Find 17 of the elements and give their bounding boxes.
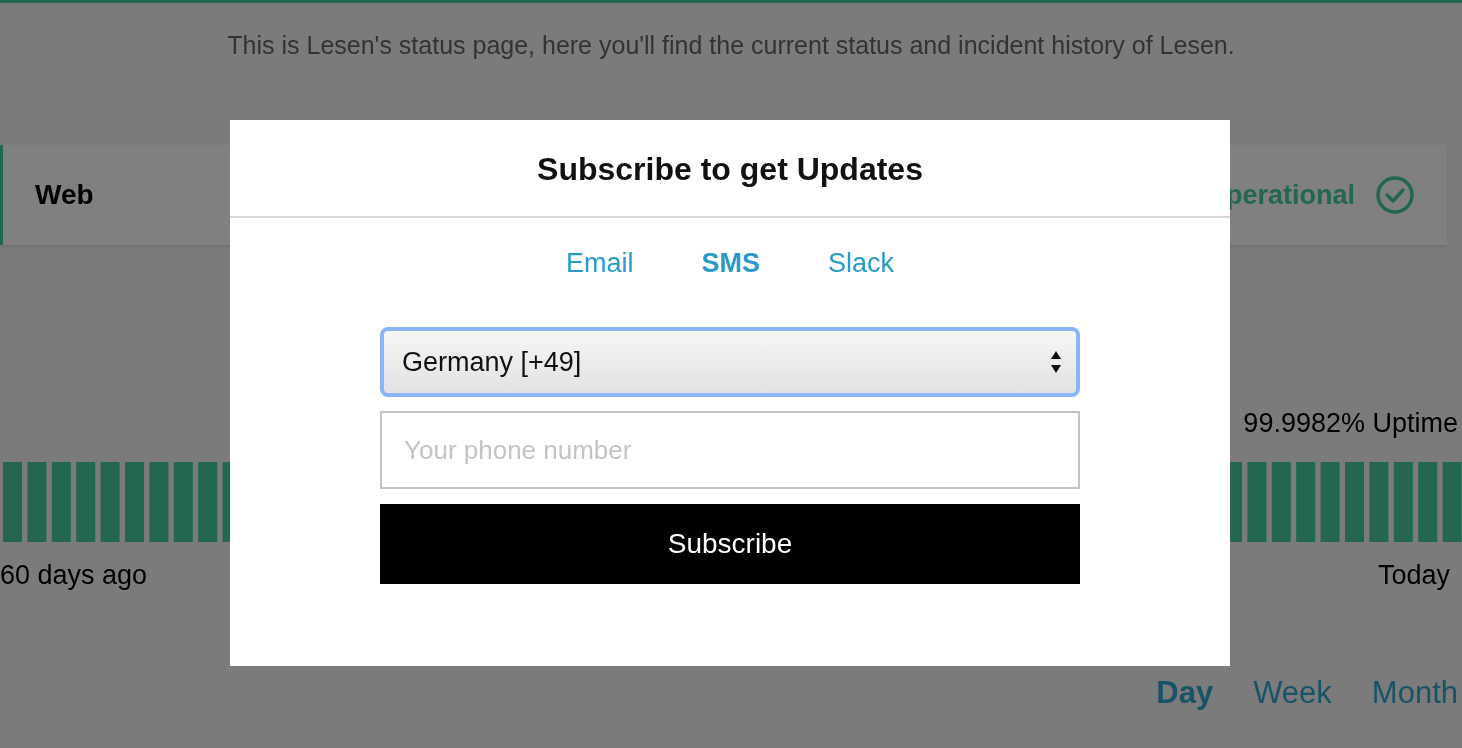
country-select[interactable]: Germany [+49] <box>380 327 1080 397</box>
check-circle-icon <box>1375 175 1415 215</box>
range-tab[interactable]: Day <box>1156 675 1214 711</box>
channel-tab[interactable]: SMS <box>701 248 760 279</box>
component-name: Web <box>35 179 94 211</box>
dialog-title: Subscribe to get Updates <box>230 120 1230 218</box>
status-description: This is Lesen's status page, here you'll find the current status and incident history of Lesen. <box>226 31 1236 61</box>
updown-arrows-icon <box>1050 349 1062 375</box>
phone-field[interactable]: Your phone number <box>380 411 1080 489</box>
range-start-label: 60 days ago <box>0 560 148 591</box>
channel-tab[interactable]: Slack <box>828 248 895 279</box>
subscribe-button[interactable]: Subscribe <box>380 504 1080 584</box>
channel-tab[interactable]: Email <box>565 248 634 279</box>
range-tab[interactable]: Week <box>1253 675 1332 711</box>
range-end-label: Today <box>1377 560 1450 591</box>
range-tab[interactable]: Month <box>1371 675 1458 711</box>
uptime-reading: 99.9982% Uptime <box>1243 408 1459 440</box>
